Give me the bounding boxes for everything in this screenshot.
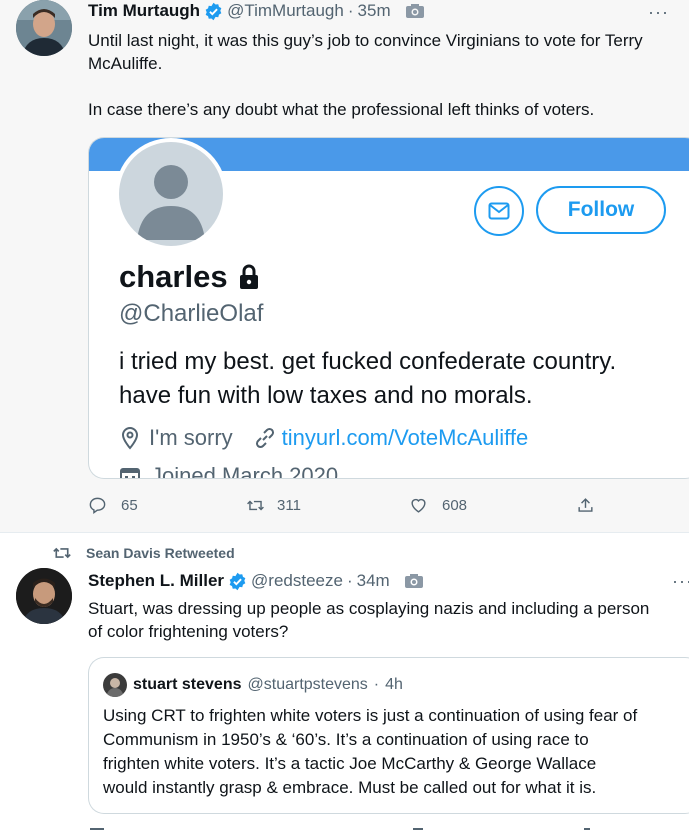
author-handle[interactable]: @redsteeze	[251, 571, 343, 591]
retweet-icon	[53, 547, 71, 559]
quoted-text-line: Communism in 1950’s & ‘60’s. It’s a cont…	[103, 730, 589, 749]
quoted-text-line: frighten white voters. It’s a tactic Joe…	[103, 754, 597, 773]
mail-icon	[488, 202, 510, 220]
link-icon	[255, 427, 274, 449]
default-avatar-icon	[137, 165, 205, 240]
tweet-text-line: Until last night, it was this guy’s job …	[88, 31, 643, 50]
quoted-avatar	[103, 673, 127, 697]
tweet-text-line: McAuliffe.	[88, 54, 163, 73]
reply-count: 65	[121, 497, 138, 514]
location-icon	[121, 426, 139, 450]
retweet-count: 311	[277, 497, 301, 514]
separator-dot: ·	[373, 676, 380, 693]
author-handle[interactable]: @TimMurtaugh	[227, 1, 344, 21]
share-icon	[578, 498, 593, 512]
follow-button[interactable]: Follow	[536, 186, 666, 234]
avatar-photo	[103, 673, 127, 697]
quoted-text-line: would instantly grasp & embrace. Must be…	[103, 778, 597, 797]
lock-icon	[239, 264, 258, 289]
camera-icon	[405, 4, 424, 18]
profile-joined: Joined March 2020	[151, 463, 339, 479]
tweet-text-line: In case there’s any doubt what the profe…	[88, 100, 595, 119]
quoted-tweet[interactable]: stuart stevens @stuartpstevens · 4h Usin…	[88, 657, 689, 814]
separator-dot: ·	[346, 571, 353, 590]
timestamp[interactable]: 35m	[358, 1, 391, 21]
avatar-stephen-miller[interactable]	[16, 568, 72, 624]
quoted-author-name: stuart stevens	[133, 676, 242, 693]
retweet-icon	[247, 500, 264, 511]
like-count: 608	[442, 497, 468, 514]
author-name[interactable]: Tim Murtaugh	[88, 1, 200, 21]
more-options-button[interactable]: ···	[648, 2, 669, 23]
camera-icon	[404, 574, 423, 588]
action-row-peek	[90, 828, 590, 830]
tweet-1[interactable]: Tim Murtaugh @TimMurtaugh · 35m ··· Unti…	[0, 0, 689, 532]
share-button[interactable]	[576, 496, 595, 515]
profile-display-name: charles	[119, 259, 228, 294]
author-name[interactable]: Stephen L. Miller	[88, 571, 224, 591]
tweet-text-line: Stuart, was dressing up people as cospla…	[88, 599, 650, 618]
separator-dot: ·	[347, 1, 354, 20]
more-options-button[interactable]: ···	[672, 571, 689, 592]
retweeted-by-label[interactable]: Sean Davis Retweeted	[86, 545, 235, 561]
like-button[interactable]: 608	[409, 496, 467, 515]
bio-line: have fun with low taxes and no morals.	[119, 382, 533, 409]
tweet-text-line: of color frightening voters?	[88, 622, 289, 641]
bio-line: i tried my best. get fucked confederate …	[119, 348, 617, 375]
reply-icon	[89, 497, 106, 515]
quoted-timestamp: 4h	[385, 676, 403, 693]
avatar-tim-murtaugh[interactable]	[16, 0, 72, 56]
calendar-icon	[120, 468, 140, 478]
avatar-photo	[16, 0, 72, 56]
message-button[interactable]	[474, 186, 524, 236]
retweet-button[interactable]: 311	[246, 496, 301, 515]
profile-handle: @CharlieOlaf	[119, 300, 264, 327]
quoted-text-line: Using CRT to frighten white voters is ju…	[103, 706, 638, 725]
profile-bio: i tried my best. get fucked confederate …	[119, 345, 616, 413]
avatar-photo	[16, 568, 72, 624]
verified-icon	[205, 2, 222, 20]
profile-link[interactable]: tinyurl.com/VoteMcAuliffe	[282, 425, 529, 451]
tweet-2[interactable]: Sean Davis Retweeted Stephen L. Miller @…	[0, 533, 689, 832]
verified-icon	[229, 572, 246, 590]
timestamp[interactable]: 34m	[357, 571, 390, 591]
reply-button[interactable]: 65	[88, 496, 138, 515]
profile-location: I'm sorry	[149, 425, 233, 450]
quoted-author-handle: @stuartpstevens	[247, 676, 368, 693]
like-icon	[411, 498, 426, 513]
embedded-image[interactable]: Follow charles @CharlieOlaf i tried my b…	[88, 137, 689, 479]
profile-avatar	[115, 138, 227, 250]
